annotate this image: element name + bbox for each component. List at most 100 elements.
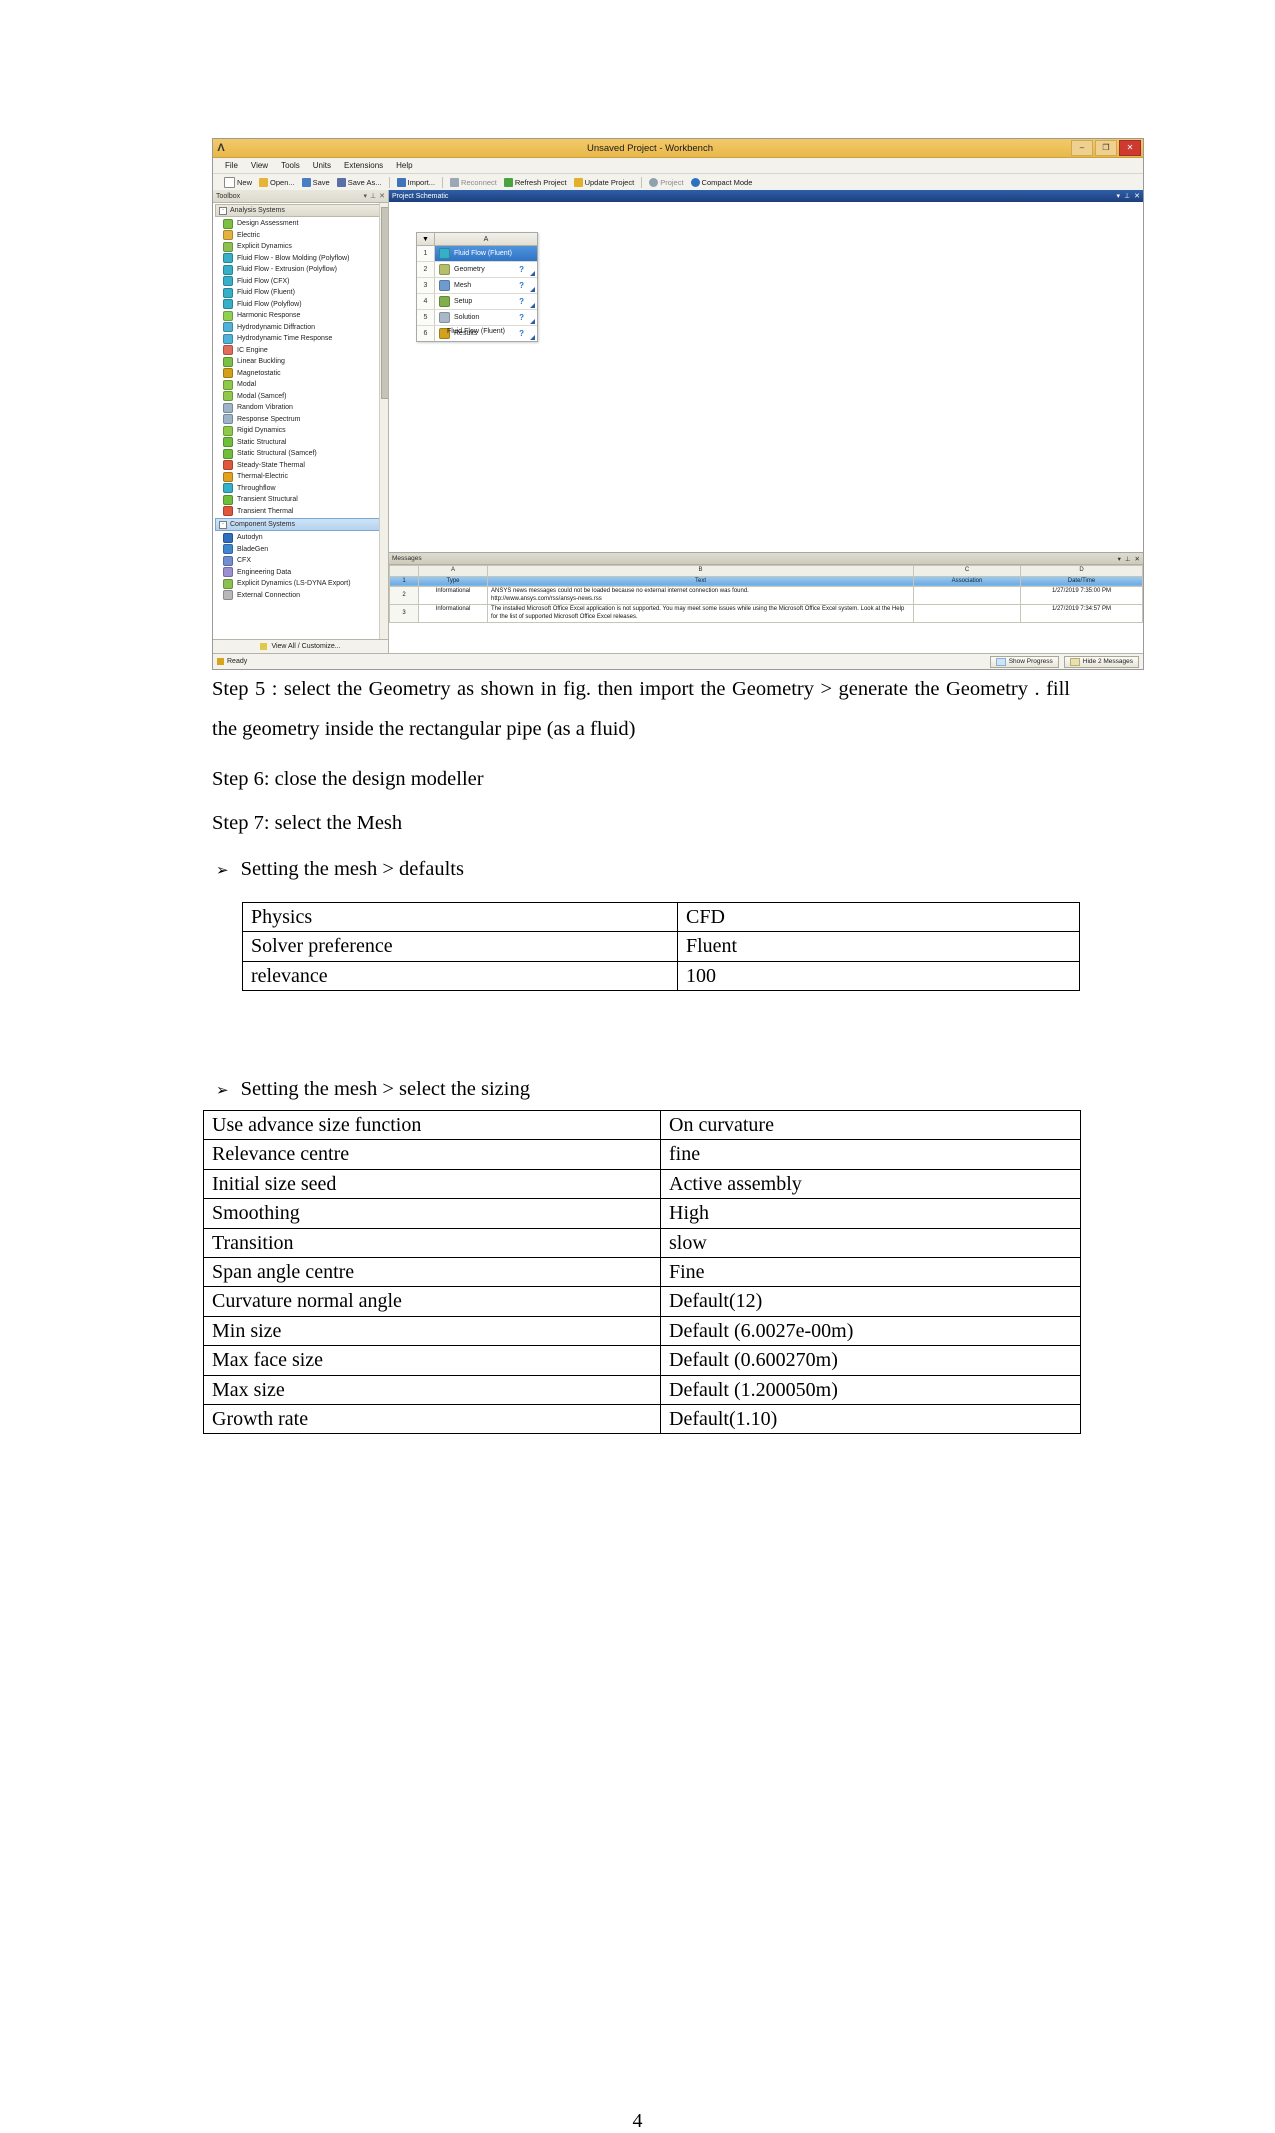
expander-icon[interactable]: - [219,520,227,529]
toolbox-collapse-icon[interactable]: ▾ [364,192,368,200]
modal-icon [223,379,233,390]
toolbox-item[interactable]: Modal (Samcef) [213,391,388,403]
toolbox-item[interactable]: Throughflow [213,483,388,495]
schematic-cell-row[interactable]: 4 Setup? [417,294,537,310]
schematic-cell-row[interactable]: 3 Mesh? [417,278,537,294]
schematic-collapse-icon[interactable]: ▾ [1117,192,1121,200]
minimize-button[interactable]: – [1071,140,1093,156]
toolbox-item-label: Fluid Flow (Polyflow) [237,300,302,308]
toolbar-reconnect-button[interactable]: Reconnect [447,177,500,188]
toolbox-close-icon[interactable]: ✕ [379,192,385,200]
menu-item-file[interactable]: File [225,161,238,170]
project-schematic-canvas[interactable]: ▼ A 1 Fluid Flow (Fluent) 2 Geometry? 3 Mesh?… [389,202,1143,552]
toolbox-item[interactable]: Random Vibration [213,402,388,414]
toolbox-item[interactable]: Response Spectrum [213,414,388,426]
toolbar-refresh-project-button[interactable]: Refresh Project [501,177,570,188]
toolbox-item[interactable]: Static Structural [213,437,388,449]
toolbox-item-label: Fluid Flow (CFX) [237,277,290,285]
schematic-cell-row[interactable]: 1 Fluid Flow (Fluent) [417,246,537,262]
toolbox-item[interactable]: Rigid Dynamics [213,425,388,437]
schematic-cell-row[interactable]: 2 Geometry? [417,262,537,278]
toolbox-scrollbar-thumb[interactable] [381,207,388,399]
toolbar-import-button[interactable]: Import... [394,177,439,188]
toolbox-view-all-customize-button[interactable]: View All / Customize... [213,639,388,653]
messages-collapse-icon[interactable]: ▾ [1118,555,1121,563]
filter-arrow-icon[interactable]: ▼ [417,233,435,245]
toolbox-item[interactable]: Engineering Data [213,567,388,579]
show-progress-button[interactable]: Show Progress [989,655,1059,668]
toolbox-item[interactable]: BladeGen [213,544,388,556]
toolbox-item[interactable]: Fluid Flow - Extrusion (Polyflow) [213,264,388,276]
messages-column-letter-row: ABCD [389,565,1143,577]
toolbox-group-analysis-systems[interactable]: - Analysis Systems [215,204,386,217]
toolbar-compact-mode-button[interactable]: Compact Mode [688,177,756,188]
schematic-close-icon[interactable]: ✕ [1134,192,1140,200]
menu-item-view[interactable]: View [251,161,268,170]
toolbox-item[interactable]: Electric [213,230,388,242]
toolbox-item[interactable]: Autodyn [213,532,388,544]
toolbar-open-button[interactable]: Open... [256,177,298,188]
toolbox-item[interactable]: Steady-State Thermal [213,460,388,472]
table-cell-key: Use advance size function [203,1109,661,1141]
schematic-cell[interactable]: Geometry? [435,262,537,277]
toolbox-scrollbar[interactable] [379,203,388,639]
close-button[interactable]: ✕ [1119,140,1141,156]
menu-item-help[interactable]: Help [396,161,412,170]
cell-corner-triangle-icon [530,303,535,308]
messages-close-icon[interactable]: ✕ [1135,555,1140,563]
expander-icon[interactable]: - [219,206,227,215]
toolbox-item[interactable]: Transient Structural [213,494,388,506]
toolbox-item[interactable]: External Connection [213,590,388,602]
hide-messages-button[interactable]: Hide 2 Messages [1063,655,1139,668]
menu-item-tools[interactable]: Tools [281,161,300,170]
new-document-icon [224,177,235,188]
toolbox-group-component-systems[interactable]: - Component Systems [215,518,386,531]
toolbox-item[interactable]: Hydrodynamic Diffraction [213,322,388,334]
toolbox-item[interactable]: Static Structural (Samcef) [213,448,388,460]
schematic-cell[interactable]: Fluid Flow (Fluent) [435,246,537,261]
toolbox-item[interactable]: Design Assessment [213,218,388,230]
toolbox-item[interactable]: Transient Thermal [213,506,388,518]
menu-item-units[interactable]: Units [313,161,331,170]
toolbar-save-button[interactable]: Save [299,177,333,188]
toolbox-item[interactable]: Fluid Flow (CFX) [213,276,388,288]
toolbox-item[interactable]: Explicit Dynamics (LS-DYNA Export) [213,578,388,590]
toolbox-item[interactable]: Fluid Flow (Fluent) [213,287,388,299]
toolbar-update-project-button[interactable]: Update Project [571,177,638,188]
toolbox-pin-icon[interactable]: ⊥ [370,192,376,200]
messages-row[interactable]: 3 Informational The installed Microsoft Of… [389,604,1143,623]
restore-button[interactable]: ❐ [1095,140,1117,156]
toolbox-item-label: Explicit Dynamics (LS-DYNA Export) [237,580,351,588]
messages-cell-type: Informational [418,586,488,605]
table-row: Physics CFD [242,901,1080,933]
schematic-cell[interactable]: Solution? [435,310,537,325]
toolbox-item[interactable]: Linear Buckling [213,356,388,368]
analysis-system-block[interactable]: ▼ A 1 Fluid Flow (Fluent) 2 Geometry? 3 Mesh?… [416,232,538,342]
toolbox-item[interactable]: Modal [213,379,388,391]
schematic-cell[interactable]: Setup? [435,294,537,309]
toolbox-item[interactable]: Hydrodynamic Time Response [213,333,388,345]
schematic-cell-row[interactable]: 5 Solution? [417,310,537,326]
toolbox-item[interactable]: IC Engine [213,345,388,357]
toolbox-item[interactable]: Explicit Dynamics [213,241,388,253]
toolbar-save-as-button[interactable]: Save As... [334,177,385,188]
toolbox-item[interactable]: Fluid Flow (Polyflow) [213,299,388,311]
toolbox-item[interactable]: CFX [213,555,388,567]
toolbar-new-button[interactable]: New [221,176,255,189]
messages-row[interactable]: 2 Informational ANSYS news messages could … [389,586,1143,605]
table-cell-value: CFD [677,901,1080,933]
menu-item-extensions[interactable]: Extensions [344,161,383,170]
schematic-cell-label: Setup [454,298,473,305]
toolbox-item[interactable]: Magnetostatic [213,368,388,380]
messages-pin-icon[interactable]: ⊥ [1125,555,1131,563]
table-cell-key: Smoothing [203,1198,661,1229]
toolbox-item[interactable]: Fluid Flow - Blow Molding (Polyflow) [213,253,388,265]
design-assessment-icon [223,218,233,229]
schematic-cell[interactable]: Mesh? [435,278,537,293]
toolbar-project-button[interactable]: Project [646,177,686,188]
toolbox-item[interactable]: Harmonic Response [213,310,388,322]
toolbox-item[interactable]: Thermal-Electric [213,471,388,483]
mesh-icon [439,280,450,291]
toolbox-panel-header: Toolbox ▾ ⊥ ✕ [213,190,388,203]
schematic-pin-icon[interactable]: ⊥ [1124,192,1130,200]
